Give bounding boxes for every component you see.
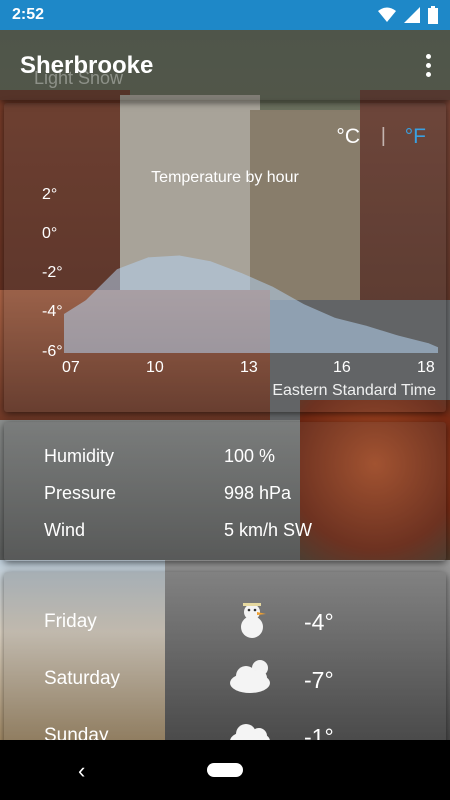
- y-tick: 2°: [42, 186, 58, 203]
- pressure-value: 998 hPa: [224, 483, 292, 503]
- humidity-label: Humidity: [44, 446, 115, 466]
- forecast-day: Saturday: [44, 668, 121, 689]
- weather-details-card: Humidity 100 % Pressure 998 hPa Wind 5 k…: [4, 422, 446, 561]
- temperature-area: [64, 255, 438, 353]
- x-tick: 13: [240, 359, 258, 376]
- y-tick: -2°: [42, 264, 63, 281]
- temperature-chart-card: °C | °F Temperature by hour 2° 0° -2° -4…: [4, 103, 446, 412]
- city-title: Sherbrooke: [20, 52, 154, 79]
- wind-label: Wind: [44, 520, 86, 540]
- y-tick: -6°: [42, 343, 63, 360]
- forecast-temp: -4°: [304, 609, 334, 635]
- x-tick: 07: [62, 359, 80, 376]
- home-pill-icon[interactable]: [207, 763, 243, 777]
- signal-icon: [404, 7, 420, 23]
- more-vert-icon[interactable]: [420, 50, 436, 80]
- back-arrow-icon[interactable]: ‹: [78, 758, 85, 784]
- wifi-icon: [378, 7, 396, 22]
- x-tick: 18: [417, 359, 435, 376]
- timezone-label: Eastern Standard Time: [272, 382, 436, 399]
- navigation-bar: ‹: [0, 740, 450, 800]
- status-time: 2:52: [12, 6, 45, 23]
- y-tick: -4°: [42, 303, 63, 320]
- forecast-day: Friday: [44, 611, 97, 632]
- snowman-icon: [241, 603, 266, 638]
- x-tick: 16: [333, 359, 351, 376]
- battery-icon: [428, 6, 438, 24]
- forecast-temp: -7°: [304, 667, 334, 693]
- status-bar: 2:52: [0, 0, 450, 30]
- humidity-value: 100 %: [224, 446, 276, 466]
- cloud-icon: [230, 660, 270, 693]
- y-tick: 0°: [42, 225, 58, 242]
- x-tick: 10: [146, 359, 164, 376]
- app-bar: Light Snow Sherbrooke: [0, 30, 450, 100]
- pressure-label: Pressure: [44, 483, 117, 503]
- wind-value: 5 km/h SW: [224, 520, 313, 540]
